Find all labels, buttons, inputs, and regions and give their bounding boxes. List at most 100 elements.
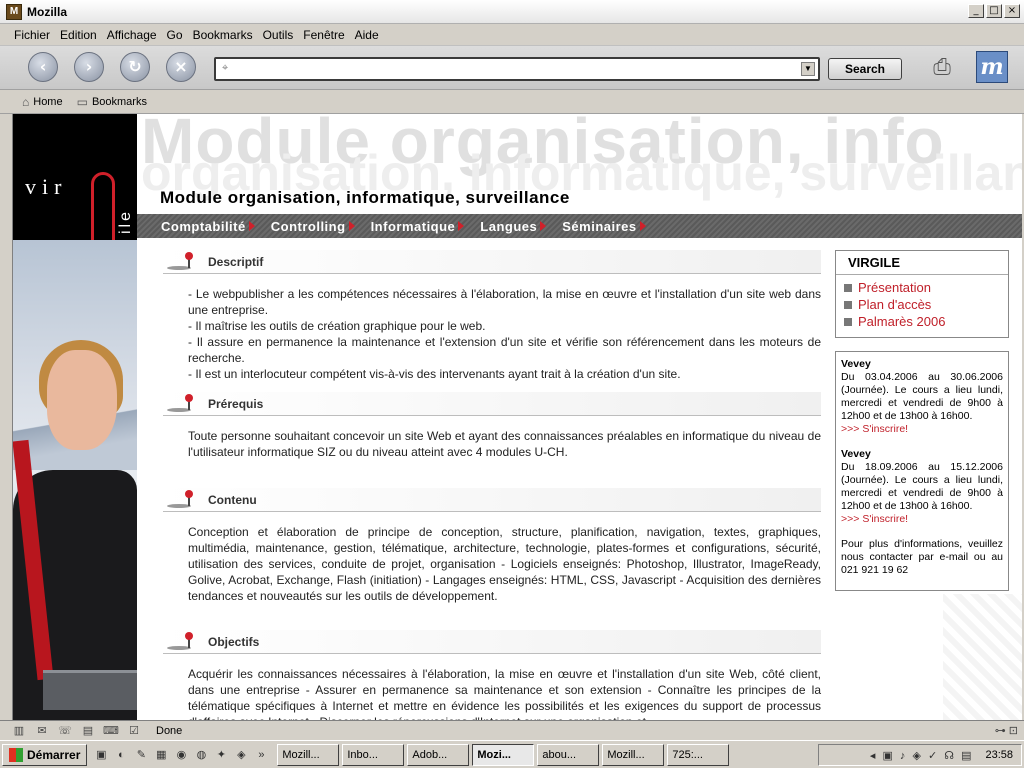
window-title: Mozilla (27, 4, 68, 19)
home-icon: ⌂ (22, 94, 30, 109)
maximize-button[interactable]: □ (986, 4, 1002, 18)
bookmarks-button[interactable]: ▭ Bookmarks (77, 95, 147, 109)
mail-icon[interactable]: ✉ (33, 724, 51, 738)
menu-bookmarks[interactable]: Bookmarks (193, 28, 253, 42)
bullet-square-icon (844, 300, 852, 309)
ql-icon[interactable]: ✦ (213, 747, 229, 763)
task-button-active[interactable]: Mozi... (472, 743, 535, 766)
sidebar-link-label: Palmarès 2006 (858, 314, 946, 329)
section-title: Descriptif (208, 255, 264, 269)
nav-informatique[interactable]: Informatique (371, 219, 465, 234)
clock[interactable]: 23:58 (985, 749, 1013, 761)
home-label: Home (33, 95, 63, 108)
sidebar-link-plan-acces[interactable]: Plan d'accès (844, 296, 1000, 313)
pushpin-icon (163, 394, 197, 414)
ql-icon[interactable]: ◈ (233, 747, 249, 763)
session-details: Du 03.04.2006 au 30.06.2006 (Journée). L… (841, 371, 1003, 422)
course-dates-box: Vevey Du 03.04.2006 au 30.06.2006 (Journ… (835, 351, 1009, 591)
section-contenu: Contenu Conception et élaboration de pri… (163, 488, 821, 630)
task-button[interactable]: 725:... (667, 743, 730, 766)
section-title: Objectifs (208, 635, 260, 649)
mozilla-throbber-logo[interactable]: m (976, 51, 1008, 83)
task-button[interactable]: Mozill... (602, 743, 665, 766)
tray-icons[interactable]: ◂ ▣ ♪ ◈ ✓ ☊ ▤ (870, 749, 974, 762)
home-button[interactable]: ⌂ Home (22, 95, 63, 109)
back-button[interactable]: ‹ (28, 52, 58, 82)
register-link[interactable]: >>> S'inscrire! (841, 513, 1003, 526)
nav-langues[interactable]: Langues (480, 218, 547, 234)
menu-fichier[interactable]: Fichier (14, 28, 50, 42)
menu-edition[interactable]: Edition (60, 28, 97, 42)
sidebar-link-palmares[interactable]: Palmarès 2006 (844, 313, 1000, 330)
pushpin-icon-head (185, 252, 193, 260)
windows-logo-icon (9, 747, 23, 762)
section-body: - Le webpublisher a les compétences néce… (163, 274, 821, 392)
contact-info: Pour plus d'informations, veuillez nous … (841, 538, 1003, 576)
section-body: Acquérir les connaissances nécessaires à… (163, 654, 821, 720)
chat-icon[interactable]: ☏ (56, 724, 74, 738)
menu-aide[interactable]: Aide (355, 28, 379, 42)
composer-icon[interactable]: ▤ (79, 724, 97, 738)
navigation-toolbar: ‹ › ↻ × ⌖ ▼ Search ⎙ m (0, 46, 1024, 90)
site-navigation: Comptabilité Controlling Informatique La… (137, 214, 1022, 238)
session-city: Vevey (841, 358, 871, 370)
start-label: Démarrer (27, 747, 81, 762)
minimize-button[interactable]: _ (968, 4, 984, 18)
session-city: Vevey (841, 448, 871, 460)
search-button[interactable]: Search (828, 58, 902, 80)
url-dropdown-icon[interactable]: ▼ (801, 62, 815, 76)
brand-ile: ile (117, 208, 134, 234)
task-button[interactable]: abou... (537, 743, 600, 766)
section-header: Prérequis (163, 392, 821, 416)
ql-icon[interactable]: ◐ (113, 747, 129, 763)
menu-outils[interactable]: Outils (263, 28, 294, 42)
pushpin-icon (163, 490, 197, 510)
woman-photo (13, 240, 137, 720)
menu-go[interactable]: Go (167, 28, 183, 42)
body-line: Acquérir les connaissances nécessaires à… (188, 667, 821, 720)
task-button[interactable]: Inbo... (342, 743, 405, 766)
url-input[interactable]: ⌖ ▼ (214, 57, 820, 81)
brand-logo[interactable]: vir ile (13, 114, 137, 290)
body-line: - Il maîtrise les outils de création gra… (188, 319, 486, 333)
stop-button[interactable]: × (166, 52, 196, 82)
pushpin-icon-head (185, 632, 193, 640)
menu-affichage[interactable]: Affichage (107, 28, 157, 42)
sidebar-title: VIRGILE (836, 251, 1008, 275)
start-button[interactable]: Démarrer (2, 743, 88, 766)
nav-label: Langues (480, 218, 538, 234)
ql-icon[interactable]: ◍ (193, 747, 209, 763)
section-body: Toute personne souhaitant concevoir un s… (163, 416, 821, 488)
nav-seminaires[interactable]: Séminaires (562, 218, 646, 234)
ql-icon[interactable]: ▦ (153, 747, 169, 763)
ql-icon[interactable]: ✎ (133, 747, 149, 763)
tasks-icon[interactable]: ☑ (125, 724, 143, 738)
security-lock-icon: ⊶ ⊡ (994, 725, 1018, 737)
address-book-icon[interactable]: ⌨ (102, 724, 120, 738)
body-line: - Il est un interlocuteur compétent vis-… (188, 367, 681, 381)
section-descriptif: Descriptif - Le webpublisher a les compé… (163, 250, 821, 392)
menu-fenetre[interactable]: Fenêtre (303, 28, 344, 42)
task-button[interactable]: Adob... (407, 743, 470, 766)
ql-icon[interactable]: ▣ (93, 747, 109, 763)
nav-controlling[interactable]: Controlling (271, 219, 355, 234)
sidebar-list: Présentation Plan d'accès Palmarès 2006 (836, 275, 1008, 334)
reload-button[interactable]: ↻ (120, 52, 150, 82)
nav-label: Séminaires (562, 218, 637, 234)
register-link[interactable]: >>> S'inscrire! (841, 423, 1003, 436)
ql-icon[interactable]: ◉ (173, 747, 189, 763)
window-titlebar[interactable]: M Mozilla _ □ × (0, 0, 1024, 24)
page-viewport[interactable]: vir ile Module organisation, info organi… (12, 114, 1022, 720)
navigator-icon[interactable]: ▥ (10, 724, 28, 738)
nav-comptabilite[interactable]: Comptabilité (161, 219, 255, 234)
sidebar-link-presentation[interactable]: Présentation (844, 279, 1000, 296)
forward-button[interactable]: › (74, 52, 104, 82)
quick-launch: ▣ ◐ ✎ ▦ ◉ ◍ ✦ ◈ » (93, 747, 269, 763)
ql-more-icon[interactable]: » (253, 747, 269, 763)
print-icon[interactable]: ⎙ (922, 52, 962, 82)
body-line: Conception et élaboration de principe de… (188, 525, 821, 603)
close-button[interactable]: × (1004, 4, 1020, 18)
task-button[interactable]: Mozill... (277, 743, 340, 766)
section-body: Conception et élaboration de principe de… (163, 512, 821, 630)
